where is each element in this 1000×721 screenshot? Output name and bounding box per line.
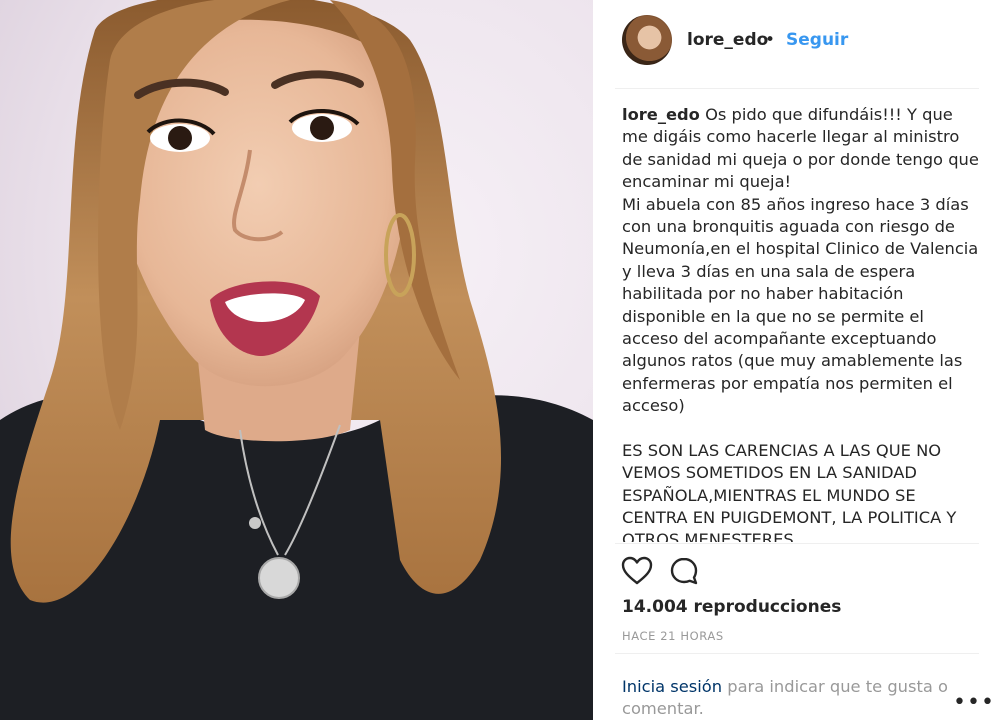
post-side-panel: lore_edo • Seguir lore_edo Os pido que d… (593, 0, 1000, 720)
caption: lore_edo Os pido que difundáis!!! Y que … (622, 104, 982, 542)
view-count[interactable]: 14.004 reproducciones (622, 597, 841, 617)
comment-bubble-icon[interactable] (669, 556, 699, 590)
timestamp[interactable]: HACE 21 HORAS (622, 629, 724, 643)
post-header: lore_edo • Seguir (593, 0, 1000, 84)
avatar[interactable] (622, 15, 672, 65)
separator-dot: • (765, 30, 776, 50)
video-frame-illustration (0, 0, 593, 720)
divider (615, 543, 979, 544)
caption-paragraph-2: Mi abuela con 85 años ingreso hace 3 día… (622, 194, 979, 416)
caption-paragraph-1: lore_edo Os pido que difundáis!!! Y que … (622, 104, 982, 194)
heart-icon[interactable] (621, 556, 653, 590)
login-link[interactable]: Inicia sesión (622, 677, 722, 696)
header-username[interactable]: lore_edo (687, 30, 768, 50)
login-prompt: Inicia sesión para indicar que te gusta … (622, 676, 952, 721)
follow-button[interactable]: Seguir (786, 30, 848, 50)
caption-author[interactable]: lore_edo (622, 105, 700, 124)
video-player[interactable] (0, 0, 593, 720)
caption-paragraph-3: ES SON LAS CARENCIAS A LAS QUE NO VEMOS … (622, 440, 957, 542)
divider (615, 653, 979, 654)
ellipsis-icon[interactable]: ••• (953, 690, 995, 715)
divider (615, 88, 979, 89)
caption-gap (622, 418, 982, 440)
